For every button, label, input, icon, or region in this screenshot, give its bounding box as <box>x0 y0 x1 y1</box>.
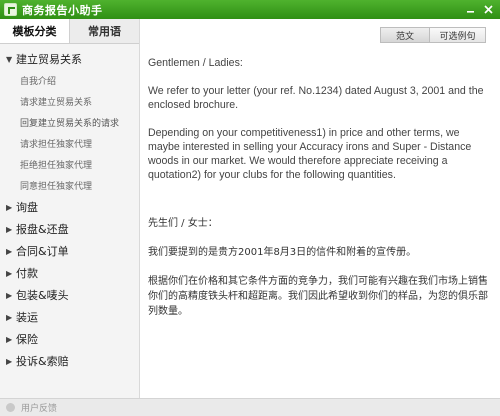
category-shipment[interactable]: ▶ 装运 <box>0 306 139 328</box>
sidebar-tabs: 模板分类 常用语 <box>0 19 139 44</box>
letter-paragraph-1: We refer to your letter (your ref. No.12… <box>148 85 484 111</box>
tab-common-phrases[interactable]: 常用语 <box>70 19 139 43</box>
category-label: 询盘 <box>16 201 38 214</box>
view-toolbar: 范文 可选例句 <box>380 27 486 43</box>
category-inquiry[interactable]: ▶ 询盘 <box>0 196 139 218</box>
category-complaint[interactable]: ▶ 投诉&索赔 <box>0 350 139 372</box>
category-payment[interactable]: ▶ 付款 <box>0 262 139 284</box>
category-label: 投诉&索赔 <box>16 355 69 368</box>
letter-greeting: Gentlemen / Ladies: <box>148 57 243 69</box>
tab-template-categories[interactable]: 模板分类 <box>0 19 70 43</box>
sidebar: 模板分类 常用语 ▼ 建立贸易关系 自我介绍 请求建立贸易关系 回复建立贸易关系… <box>0 19 140 398</box>
status-bar: 用户反馈 <box>0 398 500 416</box>
subitem-refuse-agent[interactable]: 拒绝担任独家代理 <box>0 154 139 175</box>
category-label: 付款 <box>16 267 38 280</box>
category-label: 报盘&还盘 <box>16 223 69 236</box>
subitem-self-intro[interactable]: 自我介绍 <box>0 70 139 91</box>
collapsed-triangle-icon: ▶ <box>6 290 13 300</box>
close-button[interactable] <box>481 2 496 17</box>
feedback-icon <box>6 403 15 412</box>
subitem-reply-trade[interactable]: 回复建立贸易关系的请求 <box>0 112 139 133</box>
category-insurance[interactable]: ▶ 保险 <box>0 328 139 350</box>
category-contract[interactable]: ▶ 合同&订单 <box>0 240 139 262</box>
app-icon <box>4 3 17 16</box>
optional-sentences-button[interactable]: 可选例句 <box>430 27 486 43</box>
collapsed-triangle-icon: ▶ <box>6 356 13 366</box>
collapsed-triangle-icon: ▶ <box>6 312 13 322</box>
category-label: 保险 <box>16 333 38 346</box>
minimize-icon <box>467 11 474 13</box>
letter-content: Gentlemen / Ladies: We refer to your let… <box>148 52 494 392</box>
category-label: 包装&唛头 <box>16 289 69 302</box>
category-label: 合同&订单 <box>16 245 69 258</box>
collapsed-triangle-icon: ▶ <box>6 246 13 256</box>
minimize-button[interactable] <box>463 2 478 17</box>
sample-letter-button[interactable]: 范文 <box>380 27 430 43</box>
close-icon <box>484 5 493 14</box>
collapsed-triangle-icon: ▶ <box>6 268 13 278</box>
collapsed-triangle-icon: ▶ <box>6 334 13 344</box>
cn-paragraph-2: 根据你们在价格和其它条件方面的竞争力，我们可能有兴趣在我们市场上销售你们的高精度… <box>148 276 488 317</box>
cn-greeting: 先生们 / 女士： <box>148 218 218 229</box>
category-offer[interactable]: ▶ 报盘&还盘 <box>0 218 139 240</box>
window-controls <box>463 2 496 17</box>
title-bar: 商务报告小助手 <box>0 0 500 19</box>
category-packing[interactable]: ▶ 包装&唛头 <box>0 284 139 306</box>
category-trade-relations[interactable]: ▼ 建立贸易关系 <box>0 48 139 70</box>
category-label: 建立贸易关系 <box>16 53 82 66</box>
subitem-request-agent[interactable]: 请求担任独家代理 <box>0 133 139 154</box>
cn-paragraph-1: 我们要提到的是贵方2001年8月3日的信件和附着的宣传册。 <box>148 247 417 258</box>
letter-paragraph-2: Depending on your competitiveness1) in p… <box>148 127 472 181</box>
collapsed-triangle-icon: ▶ <box>6 202 13 212</box>
user-feedback-link[interactable]: 用户反馈 <box>21 401 57 414</box>
category-label: 装运 <box>16 311 38 324</box>
window-title: 商务报告小助手 <box>22 3 103 17</box>
subitem-request-trade[interactable]: 请求建立贸易关系 <box>0 91 139 112</box>
collapsed-triangle-icon: ▶ <box>6 224 13 234</box>
expanded-triangle-icon: ▼ <box>6 54 13 64</box>
subitem-agree-agent[interactable]: 同意担任独家代理 <box>0 175 139 196</box>
